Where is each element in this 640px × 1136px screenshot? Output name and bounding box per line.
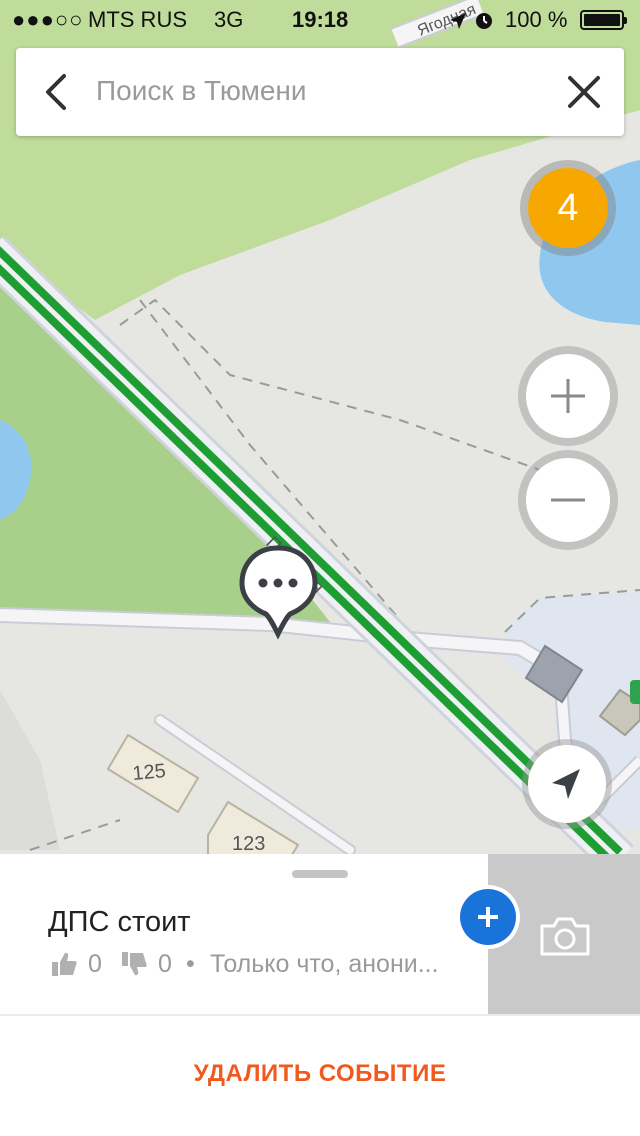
status-time: 19:18 <box>292 7 349 32</box>
search-bar[interactable]: Поиск в Тюмени <box>16 48 624 136</box>
my-location-button[interactable] <box>528 745 606 823</box>
carrier-name: MTS RUS <box>88 7 187 32</box>
signal-strength: ●●●○○ <box>12 7 84 32</box>
thumbs-down-icon[interactable] <box>120 950 148 978</box>
add-comment-button[interactable] <box>460 889 516 945</box>
close-icon[interactable] <box>564 72 604 112</box>
building-number-125: 125 <box>132 760 167 785</box>
dislikes-count: 0 <box>158 950 172 978</box>
network-type: 3G <box>214 7 244 32</box>
events-count-badge[interactable]: 4 <box>528 168 608 248</box>
location-arrow-icon <box>450 13 466 29</box>
zoom-out-button[interactable] <box>526 458 610 542</box>
search-input[interactable]: Поиск в Тюмени <box>96 75 307 107</box>
battery-icon <box>580 10 627 30</box>
status-bar: ●●●○○ MTS RUS 3G 19:18 100 % <box>0 0 640 40</box>
event-card[interactable]: ДПС стоит 0 0 • Только что, анони... УДА… <box>0 854 640 1136</box>
divider <box>0 1014 640 1016</box>
building-number-123: 123 <box>232 833 265 855</box>
delete-event-button[interactable]: УДАЛИТЬ СОБЫТИЕ <box>0 1060 640 1088</box>
zoom-out-icon <box>551 498 585 502</box>
likes-count: 0 <box>88 950 102 978</box>
status-icons <box>448 10 496 38</box>
event-time-author: Только что, анони... <box>210 950 439 978</box>
navigate-icon <box>552 769 580 799</box>
back-arrow-icon[interactable] <box>36 70 80 114</box>
thumbs-up-icon[interactable] <box>50 950 78 978</box>
zoom-in-icon <box>551 379 585 413</box>
event-title: ДПС стоит <box>48 906 191 938</box>
camera-icon <box>540 917 590 956</box>
alarm-icon <box>476 13 492 29</box>
meta-separator: • <box>186 950 195 978</box>
plus-icon <box>478 907 498 927</box>
sheet-handle[interactable] <box>292 870 348 878</box>
battery-percent: 100 % <box>505 7 568 32</box>
zoom-in-button[interactable] <box>526 354 610 438</box>
